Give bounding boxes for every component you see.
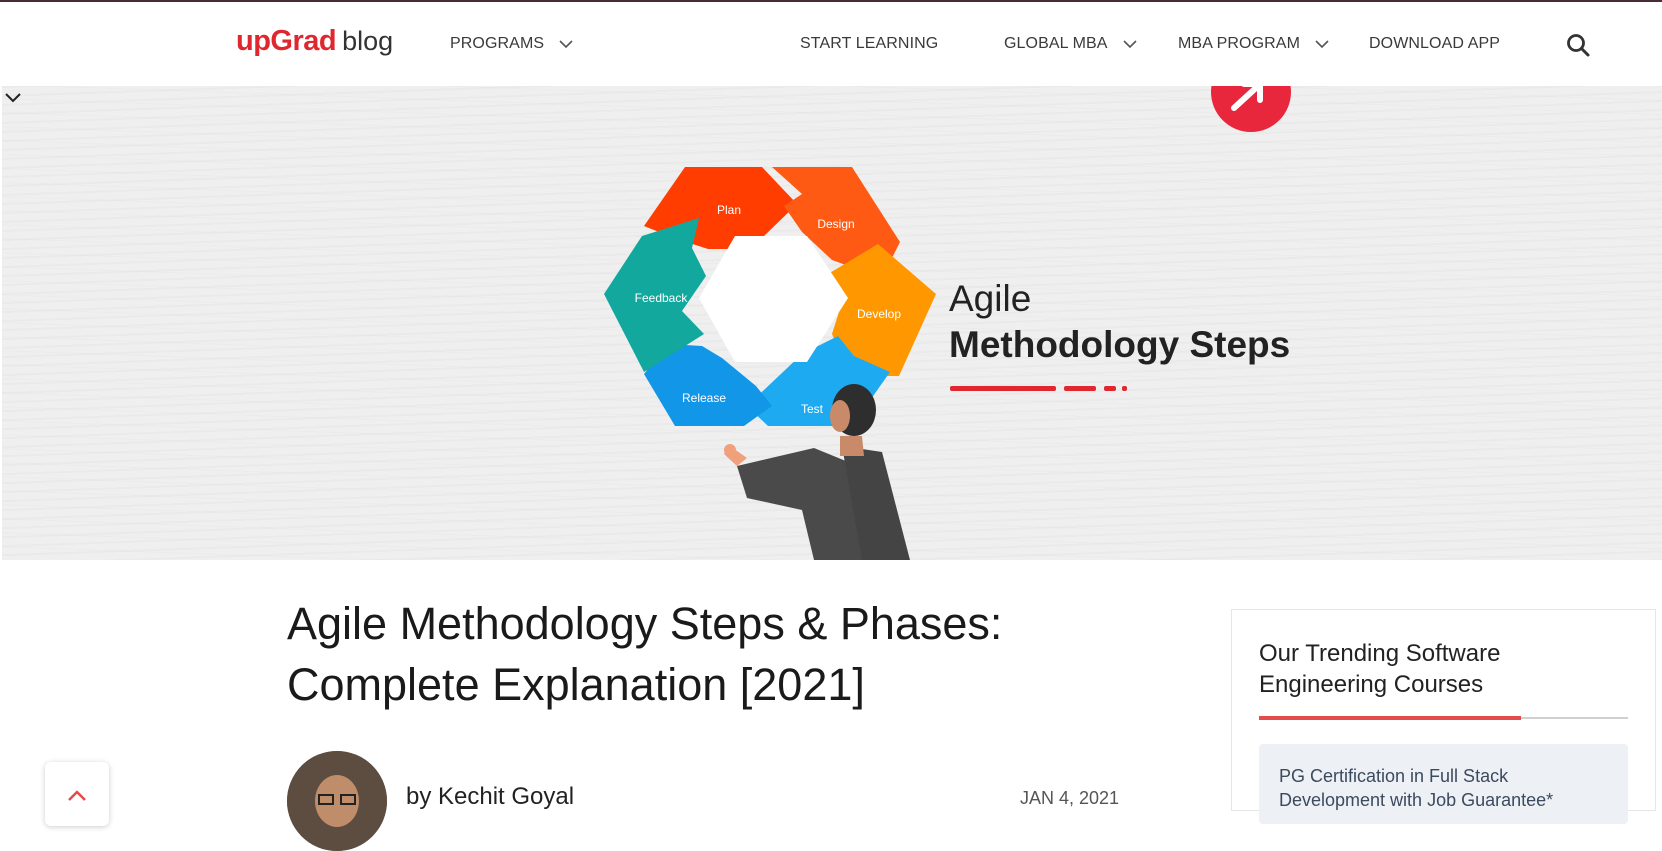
chevron-up-icon [68,790,86,801]
nav-download-app-label: DOWNLOAD APP [1369,35,1501,52]
label-test: Test [801,402,824,416]
course-card-title: PG Certification in Full Stack Developme… [1279,766,1554,810]
nav-mba-program[interactable]: MBA PROGRAM [1178,35,1330,53]
label-design: Design [817,217,854,231]
title-underline-mid [1064,386,1096,391]
label-feedback: Feedback [635,291,689,305]
nav-programs[interactable]: PROGRAMS [450,35,574,53]
badge-icon [1211,86,1291,132]
title-underline-long [950,386,1056,391]
nav-programs-label: PROGRAMS [450,35,545,52]
sidebar-title: Our Trending Software Engineering Course… [1259,640,1501,698]
search-icon[interactable] [1565,32,1591,58]
nav-global-mba[interactable]: GLOBAL MBA [1004,35,1138,53]
author-avatar[interactable] [287,751,387,851]
chevron-down-icon [1315,40,1329,49]
nav-start-learning[interactable]: START LEARNING [800,35,938,53]
agile-cycle-illustration: Plan Design Develop Test Release Feedbac… [604,86,1291,560]
top-navbar: upGrad blog PROGRAMS START LEARNING GLOBA… [0,2,1662,86]
nav-download-app[interactable]: DOWNLOAD APP [1369,35,1500,53]
sidebar-divider-accent [1259,716,1521,720]
label-develop: Develop [857,307,901,321]
course-card[interactable]: PG Certification in Full Stack Developme… [1259,744,1628,824]
nav-global-mba-label: GLOBAL MBA [1004,35,1108,52]
author-name[interactable]: by Kechit Goyal [406,783,574,811]
upgrad-blog-logo[interactable]: upGrad blog [236,24,393,58]
hero-title-line2: Methodology Steps [949,324,1291,365]
publish-date: JAN 4, 2021 [1020,788,1120,808]
label-release: Release [682,391,726,405]
back-to-top-button[interactable] [45,762,109,826]
chevron-down-icon [559,40,573,49]
hero-banner: Plan Design Develop Test Release Feedbac… [2,86,1662,560]
logo-brand: upGrad [236,25,337,57]
label-plan: Plan [717,203,741,217]
chevron-down-icon[interactable] [2,86,24,108]
article-title: Agile Methodology Steps & Phases: Comple… [287,598,1003,710]
chevron-down-icon [1122,40,1137,49]
avatar-photo [287,751,387,851]
title-underline-short [1104,386,1116,391]
nav-mba-program-label: MBA PROGRAM [1178,35,1301,52]
hero-title-line1: Agile [949,278,1032,319]
nav-start-learning-label: START LEARNING [800,35,939,52]
title-underline-dot [1122,386,1127,391]
logo-sub: blog [342,26,394,56]
trending-courses-sidebar: Our Trending Software Engineering Course… [1231,609,1656,824]
